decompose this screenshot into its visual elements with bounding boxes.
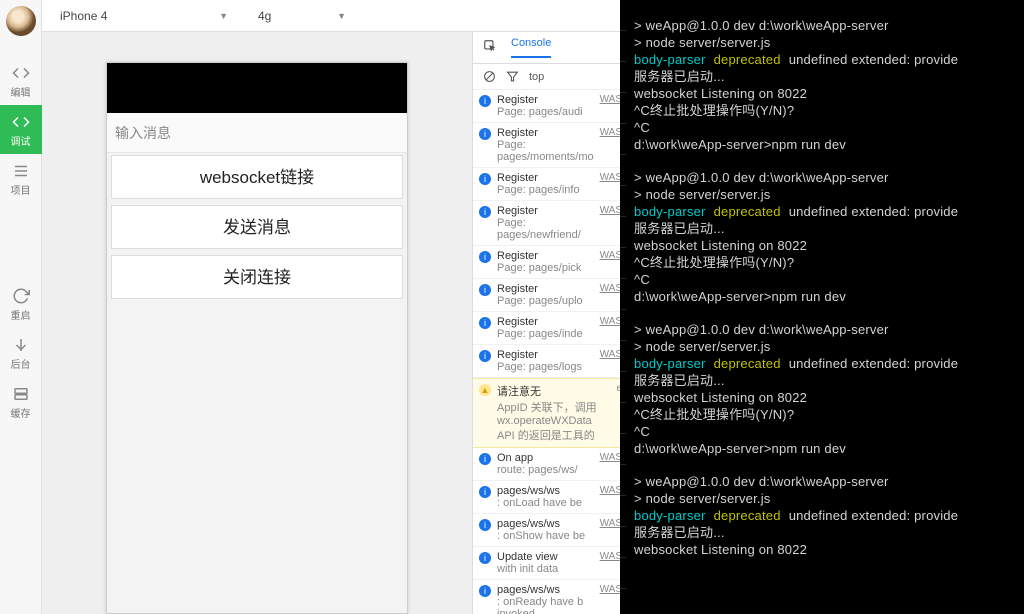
- log-message: pages/ws/ws: onReady have b invoked: [497, 584, 594, 614]
- device-select[interactable]: iPhone 4 ▼: [54, 7, 234, 25]
- debug-icon: [12, 113, 30, 131]
- log-message: RegisterPage: pages/moments/mo: [497, 127, 594, 163]
- restart-icon: [12, 287, 30, 305]
- console-row-info[interactable]: iRegisterPage: pages/pickWAS: [473, 246, 628, 279]
- log-message: Update viewwith init data: [497, 551, 594, 575]
- project-icon: [12, 162, 30, 180]
- console-tabs: Console: [473, 32, 628, 64]
- console-row-info[interactable]: ipages/ws/ws: onShow have beWAS: [473, 514, 628, 547]
- log-message: On approute: pages/ws/: [497, 452, 594, 476]
- info-icon: i: [479, 251, 491, 263]
- info-icon: i: [479, 284, 491, 296]
- websocket-connect-button[interactable]: websocket链接: [111, 155, 403, 199]
- sidebar-item-label: 项目: [11, 182, 31, 197]
- log-message: RegisterPage: pages/logs: [497, 349, 594, 373]
- console-row-info[interactable]: iRegisterPage: pages/moments/moWAS: [473, 123, 628, 168]
- sidebar-item-back[interactable]: 后台: [0, 328, 42, 377]
- clear-icon[interactable]: [483, 70, 496, 83]
- log-message: pages/ws/ws: onLoad have be: [497, 485, 594, 509]
- console-row-info[interactable]: iRegisterPage: pages/uploWAS: [473, 279, 628, 312]
- phone-statusbar: [107, 63, 407, 113]
- inspect-icon[interactable]: [483, 39, 497, 56]
- sidebar-item-restart[interactable]: 重启: [0, 279, 42, 328]
- simulator-preview: 输入消息 websocket链接 发送消息 关闭连接: [42, 32, 472, 614]
- log-message: 请注意无AppID 关联下，调用 wx.operateWXData API 的返…: [497, 383, 610, 443]
- network-label: 4g: [258, 9, 271, 23]
- info-icon: i: [479, 173, 491, 185]
- sidebar-item-label: 重启: [11, 307, 31, 322]
- tab-console[interactable]: Console: [511, 37, 551, 58]
- info-icon: i: [479, 95, 491, 107]
- log-message: RegisterPage: pages/uplo: [497, 283, 594, 307]
- info-icon: i: [479, 486, 491, 498]
- info-icon: i: [479, 128, 491, 140]
- device-label: iPhone 4: [60, 9, 107, 23]
- console-filterbar: top: [473, 64, 628, 90]
- console-row-info[interactable]: ipages/ws/ws: onReady have b invokedWAS: [473, 580, 628, 614]
- topbar: iPhone 4 ▼ 4g ▼: [42, 0, 628, 32]
- main-panel: iPhone 4 ▼ 4g ▼ 输入消息 websocket链接 发送消息 关闭…: [42, 0, 628, 614]
- devtools-console: Console top iRegisterPage: pages/audiWAS…: [472, 32, 628, 614]
- log-message: RegisterPage: pages/info: [497, 172, 594, 196]
- sidebar-item-label: 后台: [11, 356, 31, 371]
- chevron-down-icon: ▼: [219, 11, 228, 21]
- terminal[interactable]: > weApp@1.0.0 dev d:\work\weApp-server >…: [628, 0, 1024, 614]
- console-row-info[interactable]: iOn approute: pages/ws/WAS: [473, 448, 628, 481]
- console-row-warning[interactable]: ▲ 请注意无AppID 关联下，调用 wx.operateWXData API 的…: [473, 378, 628, 448]
- info-icon: i: [479, 350, 491, 362]
- console-row-info[interactable]: iRegisterPage: pages/indeWAS: [473, 312, 628, 345]
- sidebar-item-label: 缓存: [11, 405, 31, 420]
- filter-icon[interactable]: [506, 70, 519, 83]
- info-icon: i: [479, 206, 491, 218]
- context-select[interactable]: top: [529, 71, 544, 83]
- info-icon: i: [479, 519, 491, 531]
- sidebar-item-label: 编辑: [11, 84, 31, 99]
- console-row-info[interactable]: iRegisterPage: pages/audiWAS: [473, 90, 628, 123]
- message-input[interactable]: 输入消息: [107, 113, 407, 153]
- code-icon: [12, 64, 30, 82]
- info-icon: i: [479, 552, 491, 564]
- sidebar-item-cache[interactable]: 缓存: [0, 377, 42, 426]
- sidebar-item-label: 调试: [11, 133, 31, 148]
- back-icon: [12, 336, 30, 354]
- log-message: RegisterPage: pages/audi: [497, 94, 594, 118]
- sidebar-item-edit[interactable]: 编辑: [0, 56, 42, 105]
- phone-frame: 输入消息 websocket链接 发送消息 关闭连接: [106, 62, 408, 614]
- cache-icon: [12, 385, 30, 403]
- console-row-info[interactable]: ipages/ws/ws: onLoad have beWAS: [473, 481, 628, 514]
- log-message: RegisterPage: pages/inde: [497, 316, 594, 340]
- close-connection-button[interactable]: 关闭连接: [111, 255, 403, 299]
- console-row-info[interactable]: iRegisterPage: pages/logsWAS: [473, 345, 628, 378]
- send-message-button[interactable]: 发送消息: [111, 205, 403, 249]
- log-message: pages/ws/ws: onShow have be: [497, 518, 594, 542]
- console-row-info[interactable]: iUpdate viewwith init dataWAS: [473, 547, 628, 580]
- network-select[interactable]: 4g ▼: [252, 7, 352, 25]
- sidebar: 编辑 调试 项目 重启 后台 缓存: [0, 0, 42, 614]
- log-message: RegisterPage: pages/newfriend/: [497, 205, 594, 241]
- console-row-info[interactable]: iRegisterPage: pages/newfriend/WAS: [473, 201, 628, 246]
- avatar[interactable]: [6, 6, 36, 36]
- sidebar-item-debug[interactable]: 调试: [0, 105, 42, 154]
- chevron-down-icon: ▼: [337, 11, 346, 21]
- console-row-info[interactable]: iRegisterPage: pages/infoWAS: [473, 168, 628, 201]
- info-icon: i: [479, 585, 491, 597]
- console-log-list[interactable]: iRegisterPage: pages/audiWASiRegisterPag…: [473, 90, 628, 614]
- sidebar-item-project[interactable]: 项目: [0, 154, 42, 203]
- info-icon: i: [479, 453, 491, 465]
- panel-divider[interactable]: [620, 0, 634, 614]
- info-icon: i: [479, 317, 491, 329]
- log-message: RegisterPage: pages/pick: [497, 250, 594, 274]
- warning-icon: ▲: [479, 384, 491, 396]
